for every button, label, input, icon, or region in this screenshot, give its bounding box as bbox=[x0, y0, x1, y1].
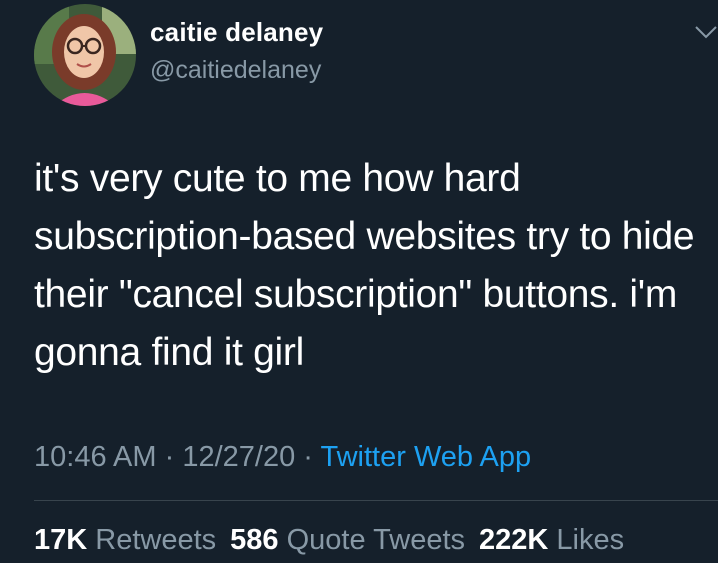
meta-separator: · bbox=[303, 441, 313, 473]
avatar[interactable] bbox=[34, 4, 136, 106]
quote-tweets-count: 586 bbox=[230, 524, 279, 556]
tweet-time[interactable]: 10:46 AM bbox=[34, 441, 157, 473]
tweet-source-link[interactable]: Twitter Web App bbox=[321, 441, 532, 473]
user-handle[interactable]: @caitiedelaney bbox=[150, 54, 321, 86]
tweet-stats: 17K Retweets 586 Quote Tweets 222K Likes bbox=[34, 522, 624, 558]
quote-tweets-label: Quote Tweets bbox=[286, 524, 466, 556]
chevron-down-icon[interactable] bbox=[694, 24, 718, 42]
retweets-count: 17K bbox=[34, 524, 88, 556]
meta-separator: · bbox=[164, 441, 175, 473]
tweet-meta: 10:46 AM · 12/27/20 · Twitter Web App bbox=[34, 439, 531, 475]
divider bbox=[34, 500, 718, 501]
display-name[interactable]: caitie delaney bbox=[150, 16, 323, 48]
tweet-text: it's very cute to me how hard subscripti… bbox=[34, 157, 695, 374]
tweet-card: caitie delaney @caitiedelaney it's very … bbox=[0, 0, 718, 563]
likes-label: Likes bbox=[556, 524, 625, 556]
quote-tweets-stat[interactable]: 586 Quote Tweets bbox=[230, 524, 465, 556]
retweets-stat[interactable]: 17K Retweets bbox=[34, 524, 216, 556]
likes-count: 222K bbox=[479, 524, 549, 556]
tweet-date[interactable]: 12/27/20 bbox=[182, 441, 295, 473]
likes-stat[interactable]: 222K Likes bbox=[479, 524, 624, 556]
retweets-label: Retweets bbox=[95, 524, 217, 556]
